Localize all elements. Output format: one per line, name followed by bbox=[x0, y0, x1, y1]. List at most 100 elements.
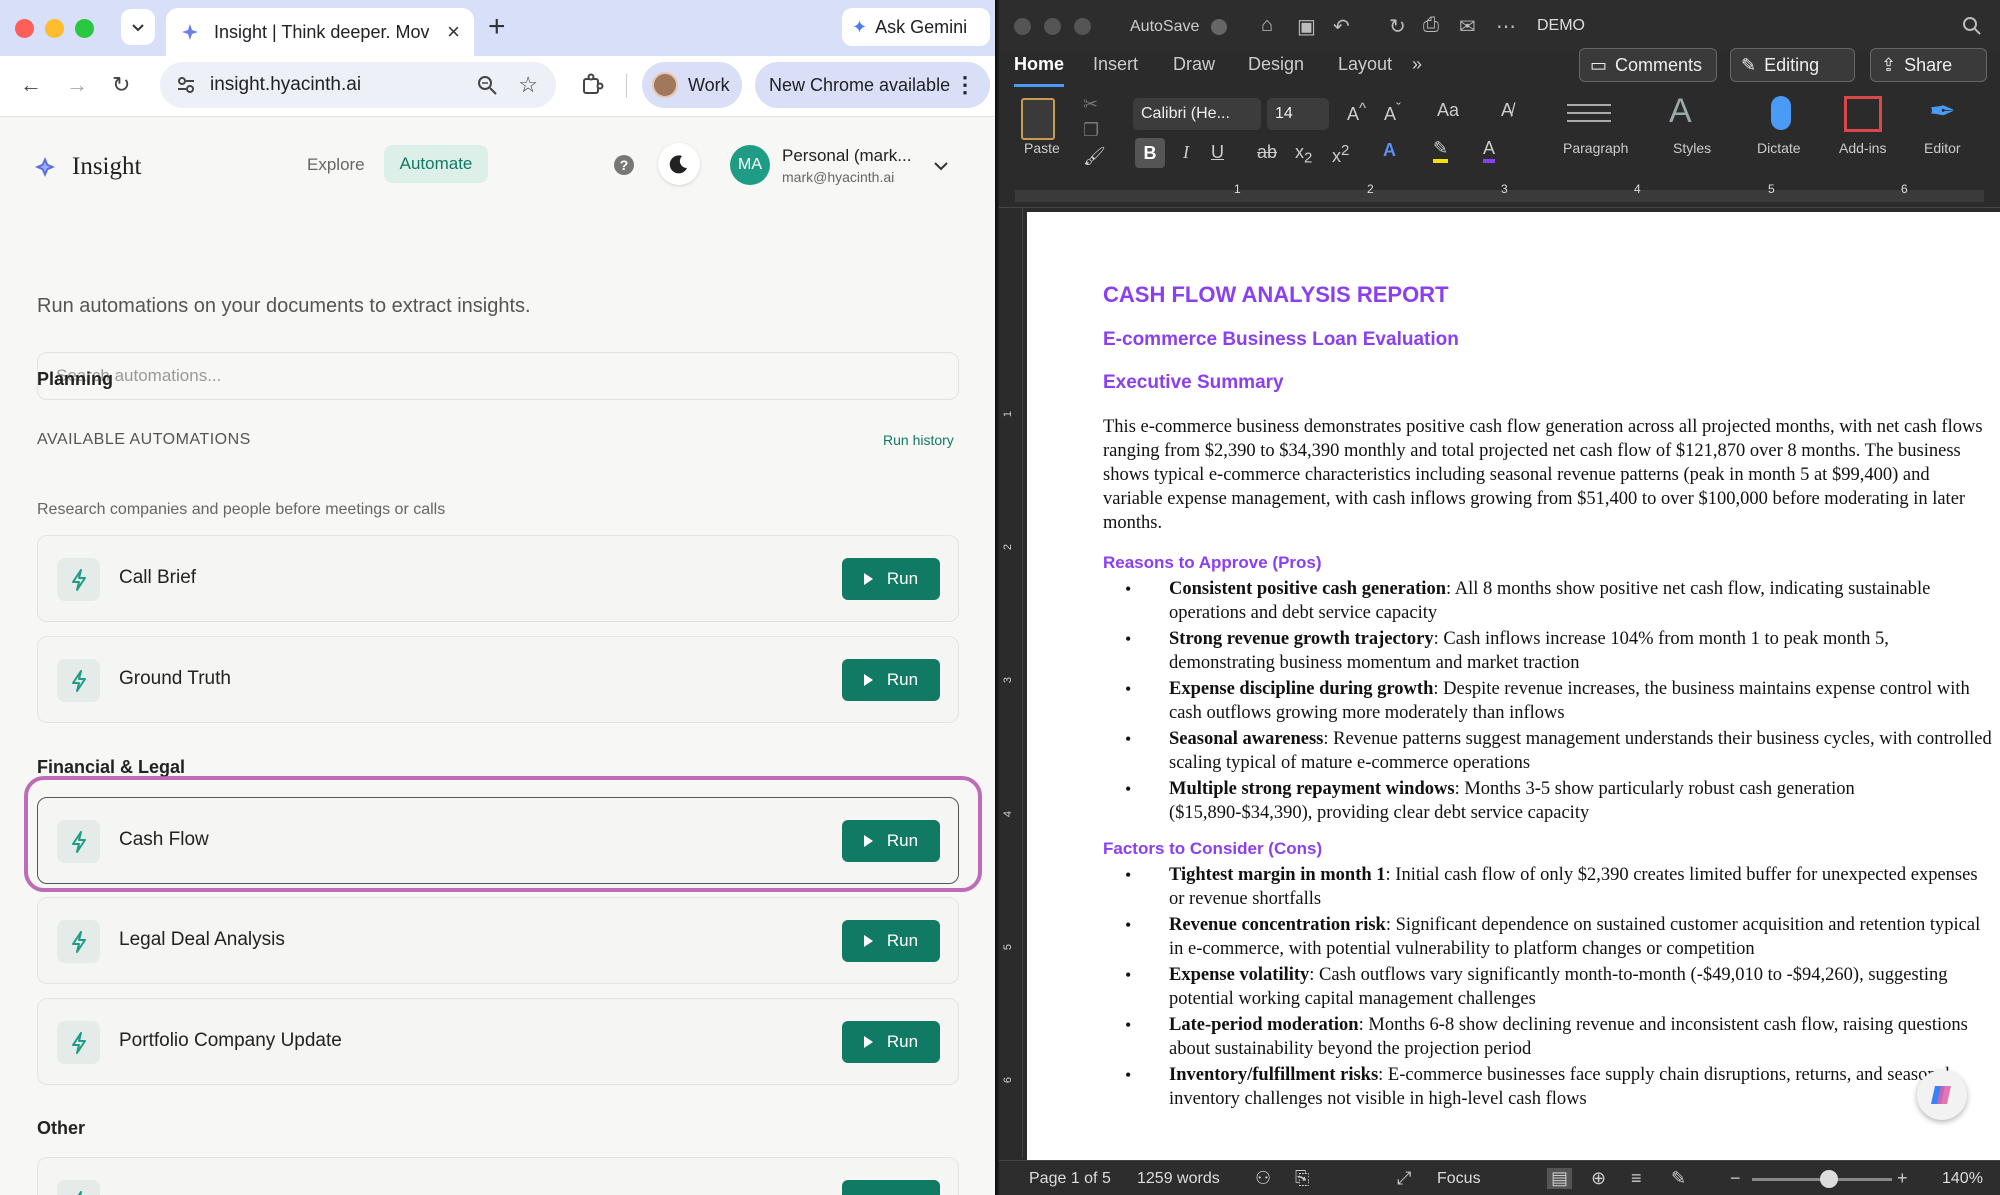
reload-icon[interactable]: ↻ bbox=[112, 72, 130, 98]
underline-button[interactable]: U bbox=[1211, 142, 1224, 163]
nav-automate[interactable]: Automate bbox=[384, 145, 488, 183]
change-case-icon[interactable]: Aa bbox=[1437, 100, 1459, 121]
maximize-window-button[interactable] bbox=[75, 19, 94, 38]
document-page[interactable]: CASH FLOW ANALYSIS REPORT E-commerce Bus… bbox=[1027, 212, 2000, 1160]
tab-insert[interactable]: Insert bbox=[1093, 54, 1138, 75]
chevron-down-icon[interactable] bbox=[932, 157, 950, 175]
automation-card-portfolio-company-update[interactable]: Portfolio Company Update Run bbox=[37, 998, 959, 1085]
minimize-window-button[interactable] bbox=[45, 19, 64, 38]
automation-card-legal-deal-analysis[interactable]: Legal Deal Analysis Run bbox=[37, 897, 959, 984]
print-layout-icon[interactable]: ▤ bbox=[1547, 1168, 1573, 1189]
app-logo[interactable]: Insight bbox=[32, 153, 141, 181]
extensions-puzzle-icon[interactable] bbox=[580, 72, 604, 96]
automation-card-call-brief[interactable]: Call Brief Run bbox=[37, 535, 959, 622]
search-icon[interactable] bbox=[1962, 16, 1982, 36]
outline-icon[interactable]: ≡ bbox=[1631, 1168, 1642, 1189]
strikethrough-button[interactable]: ab bbox=[1257, 142, 1277, 163]
minimize-window-button[interactable] bbox=[1044, 18, 1061, 35]
zoom-level[interactable]: 140% bbox=[1942, 1170, 1983, 1188]
browser-tab-insight[interactable]: Insight | Think deeper. Move f × bbox=[166, 8, 474, 56]
back-arrow-icon[interactable]: ← bbox=[20, 72, 42, 98]
styles-icon[interactable]: A bbox=[1669, 92, 1692, 131]
forward-arrow-icon[interactable]: → bbox=[66, 72, 88, 98]
run-button[interactable]: Run bbox=[842, 920, 940, 962]
microphone-icon[interactable] bbox=[1771, 96, 1791, 130]
font-family-select[interactable]: Calibri (He... bbox=[1133, 98, 1261, 130]
close-window-button[interactable] bbox=[1014, 18, 1031, 35]
copy-icon[interactable]: ❐ bbox=[1083, 120, 1099, 141]
zoom-slider-handle[interactable] bbox=[1820, 1170, 1838, 1188]
zoom-in-icon[interactable]: + bbox=[1897, 1168, 1908, 1189]
italic-button[interactable]: I bbox=[1183, 142, 1189, 163]
page-count[interactable]: Page 1 of 5 bbox=[1029, 1170, 1111, 1188]
highlight-icon[interactable]: ✎ bbox=[1433, 138, 1449, 163]
track-changes-icon[interactable]: ⎘ bbox=[1295, 1168, 1309, 1189]
font-size-select[interactable]: 14 bbox=[1267, 98, 1329, 130]
tab-layout[interactable]: Layout bbox=[1338, 54, 1392, 75]
undo-icon[interactable]: ↶ bbox=[1333, 14, 1350, 39]
text-effects-icon[interactable]: A bbox=[1383, 140, 1396, 161]
more-icon[interactable]: ⋯ bbox=[1496, 14, 1516, 39]
save-icon[interactable]: ▣ bbox=[1297, 14, 1316, 39]
close-tab-icon[interactable]: × bbox=[447, 19, 460, 45]
email-icon[interactable]: ✉ bbox=[1459, 14, 1476, 39]
run-history-link[interactable]: Run history bbox=[883, 432, 954, 448]
profile-button[interactable]: Work bbox=[642, 62, 742, 108]
maximize-window-button[interactable] bbox=[1074, 18, 1091, 35]
shrink-font-icon[interactable]: Aˇ bbox=[1384, 100, 1401, 125]
web-layout-icon[interactable]: ⊕ bbox=[1591, 1168, 1606, 1189]
vertical-ruler[interactable]: 1 2 3 4 5 6 bbox=[999, 208, 1023, 1158]
dark-mode-toggle[interactable] bbox=[658, 143, 700, 185]
chrome-update-button[interactable]: New Chrome available ⋮ bbox=[755, 62, 990, 108]
run-button[interactable]: Run bbox=[842, 659, 940, 701]
clear-format-icon[interactable]: A̸ bbox=[1501, 100, 1513, 121]
comments-button[interactable]: ▭ Comments bbox=[1579, 48, 1717, 82]
tab-home[interactable]: Home bbox=[1014, 54, 1065, 87]
document-name[interactable]: DEMO bbox=[1537, 17, 1585, 35]
site-settings-icon[interactable] bbox=[176, 75, 196, 95]
tab-design[interactable]: Design bbox=[1248, 54, 1304, 75]
bold-button[interactable]: B bbox=[1135, 138, 1165, 168]
horizontal-ruler[interactable]: 1 2 3 4 5 6 bbox=[999, 182, 2000, 208]
cut-icon[interactable]: ✂ bbox=[1083, 94, 1098, 115]
zoom-out-icon[interactable]: − bbox=[1730, 1168, 1741, 1189]
focus-icon[interactable]: ⤢ bbox=[1397, 1168, 1411, 1189]
address-bar[interactable]: insight.hyacinth.ai ☆ bbox=[160, 62, 556, 108]
ask-gemini-button[interactable]: ✦ Ask Gemini bbox=[842, 8, 990, 46]
redo-icon[interactable]: ↻ bbox=[1389, 14, 1406, 39]
more-tabs-icon[interactable]: » bbox=[1412, 54, 1422, 75]
editor-pen-icon[interactable]: ✒ bbox=[1929, 92, 1956, 130]
help-icon[interactable]: ? bbox=[614, 155, 634, 175]
autosave-toggle[interactable] bbox=[1211, 19, 1227, 35]
addins-icon[interactable] bbox=[1844, 96, 1882, 132]
subscript-button[interactable]: x2 bbox=[1295, 142, 1312, 167]
nav-explore[interactable]: Explore bbox=[307, 155, 365, 175]
grow-font-icon[interactable]: A^ bbox=[1347, 100, 1366, 125]
tab-draw[interactable]: Draw bbox=[1173, 54, 1215, 75]
account-menu[interactable]: MA Personal (mark... mark@hyacinth.ai bbox=[730, 145, 911, 185]
tab-search-button[interactable] bbox=[121, 9, 155, 45]
editing-button[interactable]: ✎ Editing bbox=[1730, 48, 1855, 82]
bookmark-star-icon[interactable]: ☆ bbox=[518, 72, 538, 98]
zoom-icon[interactable] bbox=[476, 74, 498, 96]
new-tab-button[interactable]: + bbox=[488, 10, 506, 44]
copilot-icon[interactable] bbox=[1917, 1070, 1967, 1120]
format-painter-icon[interactable]: 🖌 bbox=[1083, 146, 1106, 167]
search-input[interactable] bbox=[37, 352, 959, 400]
more-menu-icon[interactable]: ⋮ bbox=[954, 72, 976, 98]
word-count[interactable]: 1259 words bbox=[1137, 1170, 1220, 1188]
run-button[interactable]: Run bbox=[842, 1021, 940, 1063]
font-color-icon[interactable]: A bbox=[1483, 138, 1496, 163]
automation-card-partial[interactable] bbox=[37, 1157, 959, 1195]
close-window-button[interactable] bbox=[15, 19, 34, 38]
paragraph-icon[interactable] bbox=[1567, 98, 1611, 134]
accessibility-icon[interactable]: ⚇ bbox=[1255, 1168, 1271, 1189]
paste-icon[interactable] bbox=[1021, 98, 1055, 140]
draft-icon[interactable]: ✎ bbox=[1671, 1168, 1686, 1189]
superscript-button[interactable]: x2 bbox=[1332, 142, 1349, 167]
run-button[interactable]: Run bbox=[842, 558, 940, 600]
home-icon[interactable]: ⌂ bbox=[1261, 14, 1273, 37]
document-body[interactable]: CASH FLOW ANALYSIS REPORT E-commerce Bus… bbox=[1103, 282, 1993, 1125]
automation-card-ground-truth[interactable]: Ground Truth Run bbox=[37, 636, 959, 723]
focus-label[interactable]: Focus bbox=[1437, 1170, 1481, 1188]
